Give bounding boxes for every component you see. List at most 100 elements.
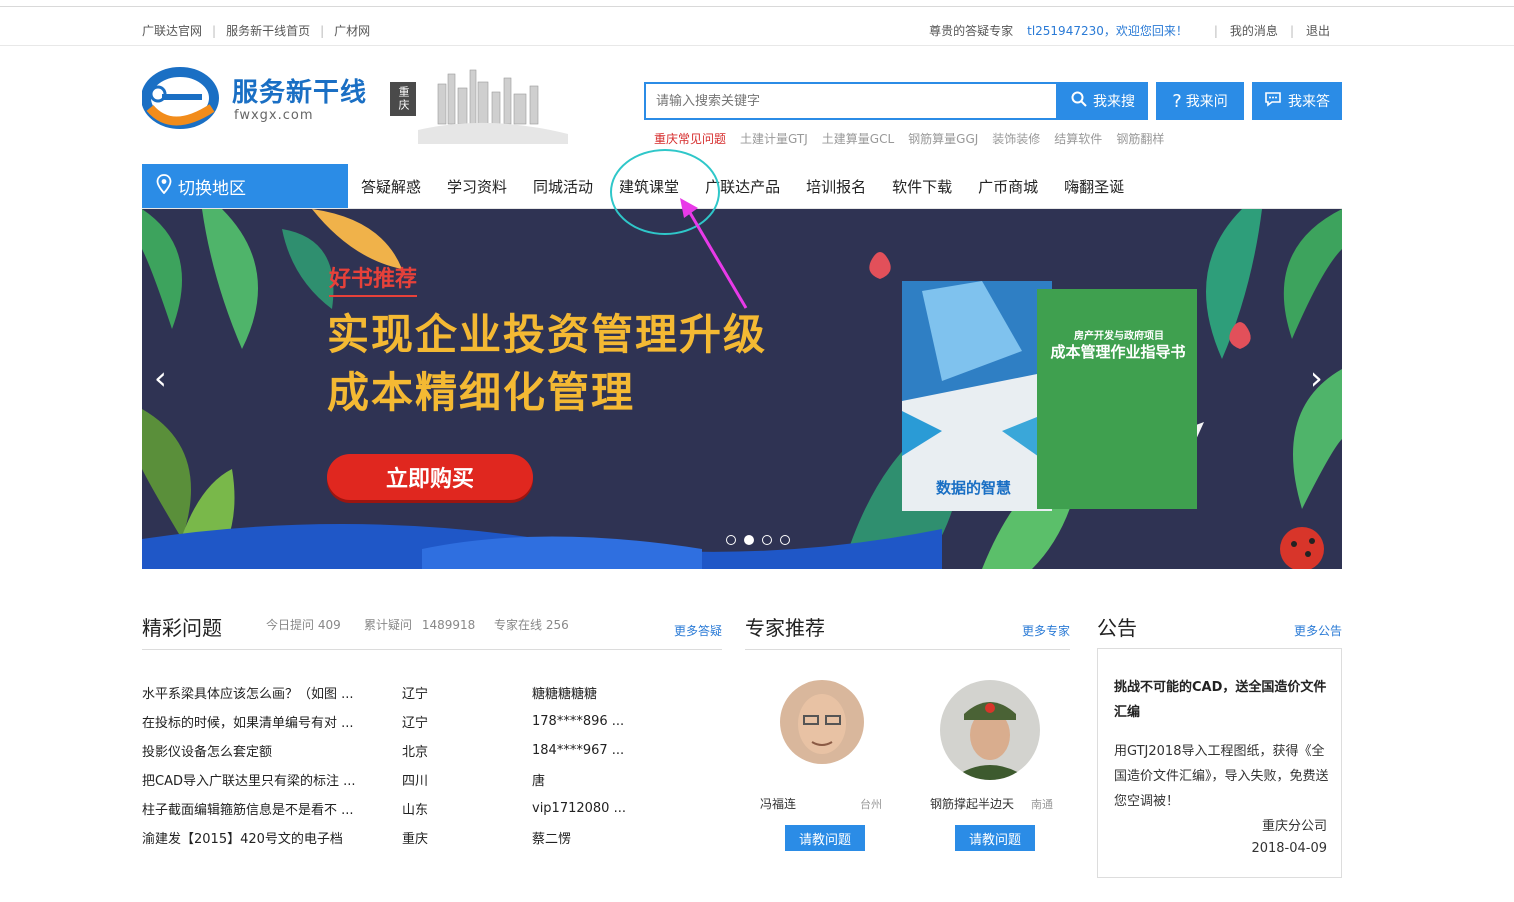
expert-name[interactable]: 钢筋撑起半边天 [930, 795, 1014, 812]
link-glodon-official[interactable]: 广联达官网 [142, 22, 202, 39]
hotword[interactable]: 土建计量GTJ [740, 130, 808, 147]
hotword[interactable]: 土建算量GCL [822, 130, 894, 147]
question-region: 北京 [402, 744, 429, 760]
search-button-label: 我来搜 [1093, 94, 1135, 110]
ask-expert-button[interactable]: 请教问题 [955, 825, 1035, 851]
carousel-dots [726, 535, 798, 545]
total-label: 累计疑问 [364, 618, 413, 632]
question-region: 山东 [402, 802, 429, 818]
search-button[interactable]: 我来搜 [1058, 82, 1148, 120]
question-text[interactable]: 在投标的时候，如果清单编号有对 ... [142, 712, 402, 731]
notice-title: 公告 [1097, 616, 1137, 640]
question-text[interactable]: 柱子截面编辑箍筋信息是不是看不 ... [142, 799, 402, 818]
book2-title: 成本管理作业指导书 [1050, 343, 1186, 361]
question-icon: ? [1172, 90, 1182, 112]
online-count: 256 [545, 618, 569, 632]
nav-coin-mall[interactable]: 广币商城 [965, 176, 1051, 197]
answer-button-label: 我来答 [1288, 94, 1330, 110]
nav-training[interactable]: 培训报名 [793, 176, 879, 197]
carousel-dot[interactable] [762, 535, 772, 545]
question-region: 辽宁 [402, 686, 429, 702]
notice-date: 2018-04-09 [1251, 841, 1327, 856]
expert-name[interactable]: 冯福连 [760, 795, 796, 812]
expert-avatar[interactable] [940, 680, 1040, 780]
hotword[interactable]: 结算软件 [1054, 130, 1102, 147]
logout-link[interactable]: 退出 [1306, 22, 1330, 39]
answer-button[interactable]: 我来答 [1252, 82, 1342, 120]
question-user: 178****896 ... [532, 713, 625, 729]
more-questions-link[interactable]: 更多答疑 [674, 622, 722, 639]
question-region: 四川 [402, 773, 429, 789]
expert-city: 南通 [1031, 798, 1053, 811]
nav-christmas[interactable]: 嗨翻圣诞 [1051, 176, 1137, 197]
hot-keywords: 重庆常见问题 土建计量GTJ 土建算量GCL 钢筋算量GGJ 装饰装修 结算软件… [654, 130, 1178, 147]
ask-button[interactable]: ? 我来问 [1156, 82, 1244, 120]
question-row[interactable]: 把CAD导入广联达里只有梁的标注 ... 四川 唐 [142, 769, 722, 789]
switch-region-button[interactable]: 切换地区 [142, 164, 348, 208]
carousel-next-icon[interactable]: › [1310, 359, 1323, 397]
question-user: 糖糖糖糖糖 [532, 686, 598, 702]
notice-headline[interactable]: 挑战不可能的CAD，送全国造价文件汇编 [1114, 675, 1332, 725]
question-text[interactable]: 水平系梁具体应该怎么画？（如图 ... [142, 683, 402, 702]
more-experts-link[interactable]: 更多专家 [1022, 622, 1070, 639]
today-questions: 今日提问 409 [266, 616, 341, 633]
ask-button-label: 我来问 [1185, 94, 1228, 110]
city-seal: 重庆 [390, 82, 416, 116]
city-skyline-illustration [418, 64, 568, 144]
question-text[interactable]: 投影仪设备怎么套定额 [142, 741, 402, 760]
book-cover-cost-management: 房产开发与政府项目 成本管理作业指导书 [1037, 289, 1197, 509]
notice-body: 用GTJ2018导入工程图纸，获得《全国造价文件汇编》，导入失败，免费送您空调被… [1114, 744, 1329, 809]
top-links: 广联达官网 | 服务新干线首页 | 广材网 [142, 22, 371, 39]
notice-card: 挑战不可能的CAD，送全国造价文件汇编 用GTJ2018导入工程图纸，获得《全国… [1097, 648, 1342, 878]
nav-materials[interactable]: 学习资料 [434, 176, 520, 197]
search-input[interactable] [646, 84, 1056, 118]
experts-divider [745, 649, 1070, 650]
user-welcome[interactable]: tl251947230，欢迎您回来！ [1027, 22, 1188, 39]
ask-expert-button[interactable]: 请教问题 [785, 825, 865, 851]
logo-name: 服务新干线 [232, 78, 368, 108]
link-fwxgx-home[interactable]: 服务新干线首页 [226, 22, 310, 39]
my-messages-link[interactable]: 我的消息 [1230, 22, 1278, 39]
question-row[interactable]: 水平系梁具体应该怎么画？（如图 ... 辽宁 糖糖糖糖糖 [142, 682, 722, 702]
question-row[interactable]: 投影仪设备怎么套定额 北京 184****967 ... [142, 740, 722, 760]
hotword[interactable]: 装饰装修 [992, 130, 1040, 147]
chat-icon [1264, 91, 1282, 111]
total-count: 1489918 [421, 618, 476, 632]
annotation-arrow-icon [680, 198, 748, 309]
questions-title: 精彩问题 [142, 616, 222, 640]
user-bar: 尊贵的答疑专家 tl251947230，欢迎您回来！ | 我的消息 | 退出 [929, 22, 1330, 39]
online-label: 专家在线 [494, 618, 543, 632]
carousel-prev-icon[interactable]: ‹ [154, 359, 167, 397]
nav-qa[interactable]: 答疑解惑 [348, 176, 434, 197]
hotword[interactable]: 钢筋算量GGJ [908, 130, 978, 147]
experts-title: 专家推荐 [745, 616, 825, 640]
total-questions: 累计疑问 1489918 [364, 616, 475, 633]
question-user: 蔡二愣 [532, 831, 572, 847]
question-user: 唐 [532, 773, 546, 789]
banner-headline-2: 成本精细化管理 [327, 368, 636, 417]
hotword[interactable]: 重庆常见问题 [654, 130, 726, 147]
question-region: 辽宁 [402, 715, 429, 731]
logo-icon[interactable] [141, 64, 222, 132]
buy-now-button[interactable]: 立即购买 [327, 454, 533, 500]
question-text[interactable]: 渝建发【2015】420号文的电子档 [142, 828, 402, 847]
nav-local-events[interactable]: 同城活动 [520, 176, 606, 197]
nav-downloads[interactable]: 软件下载 [879, 176, 965, 197]
question-row[interactable]: 在投标的时候，如果清单编号有对 ... 辽宁 178****896 ... [142, 711, 722, 731]
link-guangcai[interactable]: 广材网 [334, 22, 370, 39]
more-notices-link[interactable]: 更多公告 [1294, 622, 1342, 639]
today-label: 今日提问 [266, 618, 315, 632]
question-row[interactable]: 柱子截面编辑箍筋信息是不是看不 ... 山东 vip1712080 ... [142, 798, 722, 818]
carousel-dot-active[interactable] [744, 535, 754, 545]
carousel-dot[interactable] [726, 535, 736, 545]
logo-domain: fwxgx.com [234, 108, 314, 123]
search-box [644, 82, 1058, 120]
carousel-dot[interactable] [780, 535, 790, 545]
location-pin-icon [156, 173, 172, 199]
expert-avatar[interactable] [780, 680, 864, 764]
book-cover-data-wisdom: 数据的智慧 [902, 281, 1052, 511]
question-user: 184****967 ... [532, 742, 625, 758]
question-row[interactable]: 渝建发【2015】420号文的电子档 重庆 蔡二愣 [142, 827, 722, 847]
hotword[interactable]: 钢筋翻样 [1116, 130, 1164, 147]
question-text[interactable]: 把CAD导入广联达里只有梁的标注 ... [142, 770, 402, 789]
